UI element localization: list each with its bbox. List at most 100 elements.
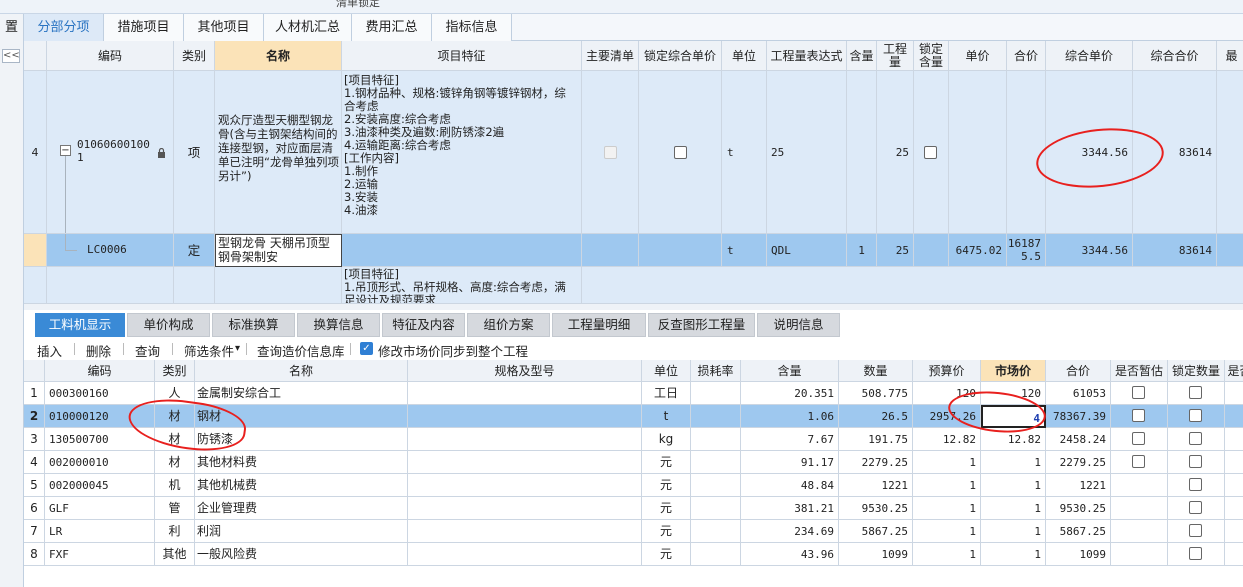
res-total[interactable]: 1221 <box>1046 474 1111 497</box>
lock-comp-price-cell[interactable] <box>639 71 722 234</box>
res-type[interactable]: 材 <box>155 451 195 474</box>
quota-content[interactable]: 1 <box>847 234 877 267</box>
res-estimate-cell[interactable] <box>1111 428 1168 451</box>
res-market[interactable]: 1 <box>981 474 1046 497</box>
quota-main-list[interactable] <box>582 234 639 267</box>
row-number[interactable]: 8 <box>24 543 45 566</box>
more-cell[interactable] <box>1217 71 1243 234</box>
insert-button[interactable]: 插入 <box>37 341 62 360</box>
chevron-down-icon[interactable]: ▾ <box>235 343 240 354</box>
res-content[interactable]: 7.67 <box>741 428 839 451</box>
res-qty[interactable]: 26.5 <box>839 405 913 428</box>
main-list-cell[interactable] <box>582 71 639 234</box>
quota-comp-price[interactable]: 3344.56 <box>1046 234 1133 267</box>
tab-conversion-info[interactable]: 换算信息 <box>297 313 380 337</box>
res-spec[interactable] <box>408 451 642 474</box>
row-number[interactable]: 2 <box>24 405 45 428</box>
res-lockqty-cell[interactable] <box>1168 451 1225 474</box>
quota-quantity[interactable]: 25 <box>877 234 914 267</box>
tab-pricing-plan[interactable]: 组价方案 <box>467 313 550 337</box>
header-main-list[interactable]: 主要清单 <box>582 41 639 71</box>
res-loss[interactable] <box>691 451 741 474</box>
res-more-cell[interactable] <box>1225 451 1243 474</box>
res-total[interactable]: 1099 <box>1046 543 1111 566</box>
header-res-spec[interactable]: 规格及型号 <box>408 360 642 382</box>
header-res-unit[interactable]: 单位 <box>642 360 691 382</box>
query-button[interactable]: 查询 <box>135 341 160 360</box>
row-number[interactable]: 5 <box>24 474 45 497</box>
res-qty[interactable]: 1099 <box>839 543 913 566</box>
tab-graphic-quantity[interactable]: 反查图形工程量 <box>648 313 755 337</box>
tab-resource-display[interactable]: 工料机显示 <box>35 313 125 337</box>
header-lock-content[interactable]: 锁定含量 <box>914 41 949 71</box>
sync-market-price-checkbox[interactable]: ✓ <box>360 342 373 355</box>
res-name[interactable]: 企业管理费 <box>195 497 408 520</box>
res-content[interactable]: 20.351 <box>741 382 839 405</box>
quota-type[interactable]: 定 <box>174 234 215 267</box>
res-qty[interactable]: 5867.25 <box>839 520 913 543</box>
res-code[interactable]: FXF <box>45 543 155 566</box>
estimate-checkbox[interactable] <box>1132 386 1145 399</box>
res-code[interactable]: 002000045 <box>45 474 155 497</box>
res-code[interactable]: 002000010 <box>45 451 155 474</box>
res-loss[interactable] <box>691 428 741 451</box>
res-budget[interactable]: 12.82 <box>913 428 981 451</box>
header-res-name[interactable]: 名称 <box>195 360 408 382</box>
header-res-budget[interactable]: 预算价 <box>913 360 981 382</box>
header-res-content[interactable]: 含量 <box>741 360 839 382</box>
res-estimate-cell[interactable] <box>1111 451 1168 474</box>
lock-quantity-checkbox[interactable] <box>1189 524 1202 537</box>
res-content[interactable]: 91.17 <box>741 451 839 474</box>
res-qty[interactable]: 191.75 <box>839 428 913 451</box>
header-feature[interactable]: 项目特征 <box>342 41 582 71</box>
lock-content-cell[interactable] <box>914 71 949 234</box>
bill-quantity[interactable]: 25 <box>877 71 914 234</box>
header-res-type[interactable]: 类别 <box>155 360 195 382</box>
res-spec[interactable] <box>408 474 642 497</box>
res-content[interactable]: 43.96 <box>741 543 839 566</box>
quota-name-input[interactable]: 型钢龙骨 天棚吊顶型钢骨架制安 <box>215 234 342 267</box>
table-row-code-cell[interactable]: − 01060600100 1 <box>47 71 174 234</box>
table-row-type-cell[interactable] <box>174 267 215 303</box>
res-name[interactable]: 金属制安综合工 <box>195 382 408 405</box>
tab-standard-conversion[interactable]: 标准换算 <box>212 313 295 337</box>
res-loss[interactable] <box>691 382 741 405</box>
res-type[interactable]: 利 <box>155 520 195 543</box>
res-type[interactable]: 其他 <box>155 543 195 566</box>
tab-features-content[interactable]: 特征及内容 <box>382 313 465 337</box>
header-res-code[interactable]: 编码 <box>45 360 155 382</box>
bill-content[interactable] <box>847 71 877 234</box>
header-type[interactable]: 类别 <box>174 41 215 71</box>
res-name[interactable]: 利润 <box>195 520 408 543</box>
lock-content-checkbox[interactable] <box>924 146 937 159</box>
bill-type[interactable]: 项 <box>174 71 215 234</box>
res-lockqty-cell[interactable] <box>1168 428 1225 451</box>
tab-zhibiao[interactable]: 指标信息 <box>432 14 512 41</box>
bill-price[interactable] <box>949 71 1007 234</box>
res-unit[interactable]: 工日 <box>642 382 691 405</box>
tab-cuoshi[interactable]: 措施项目 <box>104 14 184 41</box>
res-total[interactable]: 9530.25 <box>1046 497 1111 520</box>
res-unit[interactable]: t <box>642 405 691 428</box>
bill-unit[interactable]: t <box>722 71 767 234</box>
header-comp-total[interactable]: 综合合价 <box>1133 41 1217 71</box>
res-loss[interactable] <box>691 474 741 497</box>
tab-notes[interactable]: 说明信息 <box>757 313 840 337</box>
estimate-checkbox[interactable] <box>1132 409 1145 422</box>
quota-expr[interactable]: QDL <box>767 234 847 267</box>
row-number[interactable] <box>24 267 47 303</box>
res-content[interactable]: 381.21 <box>741 497 839 520</box>
quota-feature[interactable] <box>342 234 582 267</box>
quota-lock-content[interactable] <box>914 234 949 267</box>
res-more-cell[interactable] <box>1225 520 1243 543</box>
header-res-market[interactable]: 市场价 <box>981 360 1046 382</box>
res-name[interactable]: 一般风险费 <box>195 543 408 566</box>
res-unit[interactable]: 元 <box>642 451 691 474</box>
res-budget[interactable]: 1 <box>913 497 981 520</box>
lock-quantity-checkbox[interactable] <box>1189 501 1202 514</box>
header-name[interactable]: 名称 <box>215 41 342 71</box>
table-row-rest[interactable] <box>582 267 1243 303</box>
header-res-lockqty[interactable]: 锁定数量 <box>1168 360 1225 382</box>
res-market[interactable]: 1 <box>981 451 1046 474</box>
query-price-db-button[interactable]: 查询造价信息库 <box>257 341 345 360</box>
